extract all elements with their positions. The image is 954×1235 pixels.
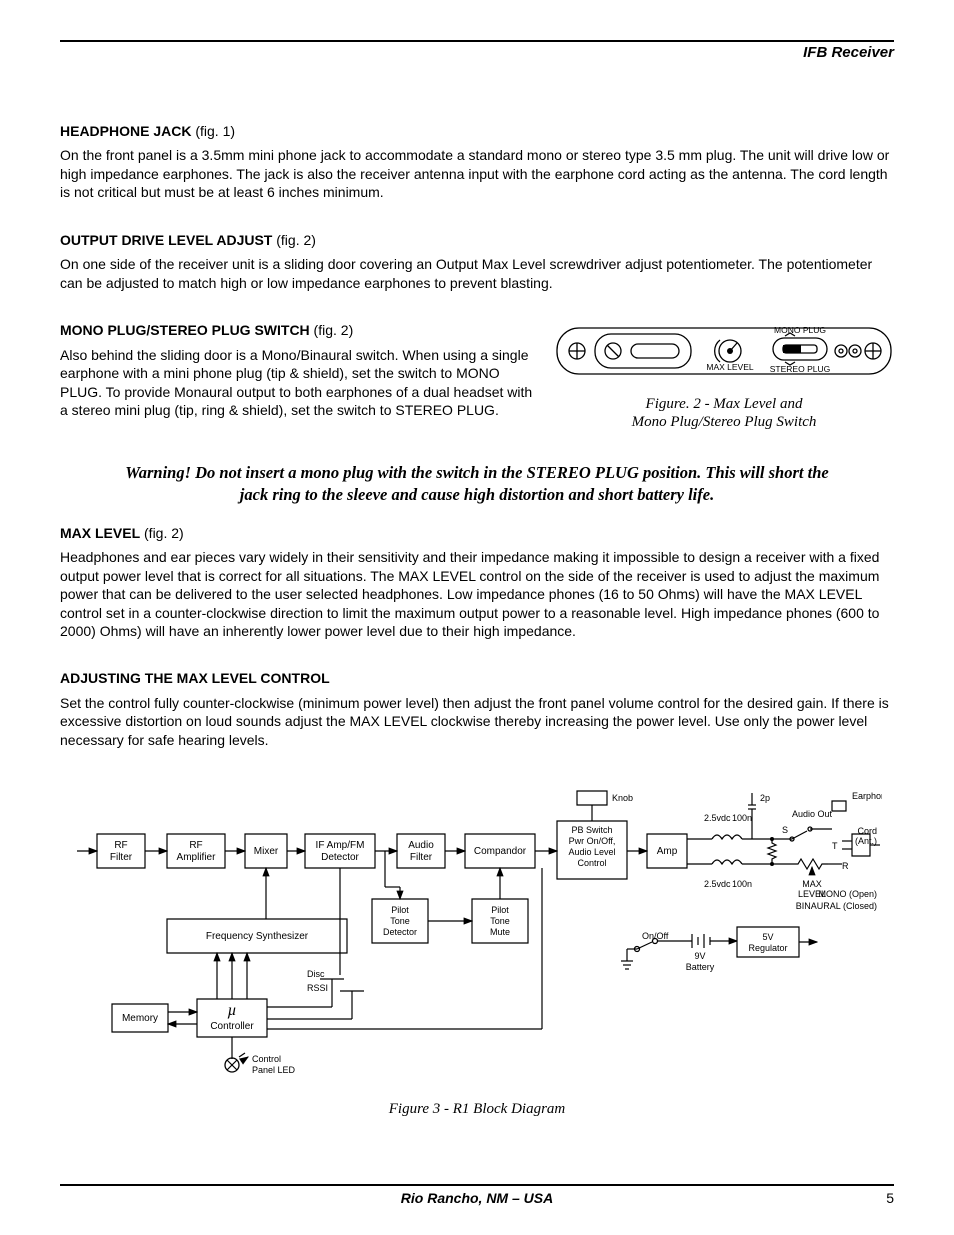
svg-text:Amplifier: Amplifier: [177, 852, 217, 863]
svg-text:Compandor: Compandor: [474, 846, 527, 857]
warning-text: Warning! Do not insert a mono plug with …: [117, 462, 837, 507]
svg-text:Battery: Battery: [686, 962, 715, 972]
svg-text:Pwr On/Off,: Pwr On/Off,: [569, 836, 616, 846]
block-if-detector: IF Amp/FM Detector: [305, 834, 375, 868]
heading: OUTPUT DRIVE LEVEL ADJUST: [60, 232, 272, 248]
svg-text:5V: 5V: [762, 932, 773, 942]
block-rf-amp: RF Amplifier: [167, 834, 225, 868]
section-max-level: MAX LEVEL (fig. 2) Headphones and ear pi…: [60, 525, 894, 641]
label-binaural-closed: BINAURAL (Closed): [796, 901, 877, 911]
label-2-5v-a: 2.5vdc: [704, 813, 731, 823]
svg-text:Panel LED: Panel LED: [252, 1065, 296, 1075]
svg-text:Tone: Tone: [490, 916, 510, 926]
label-r: R: [842, 861, 849, 871]
fig3-caption: Figure 3 - R1 Block Diagram: [60, 1100, 894, 1119]
block-rf-filter: RF Filter: [97, 834, 145, 868]
body-text: On the front panel is a 3.5mm mini phone…: [60, 146, 894, 201]
svg-text:Control: Control: [577, 858, 606, 868]
label-knob: Knob: [612, 793, 633, 803]
heading: MONO PLUG/STEREO PLUG SWITCH: [60, 322, 310, 338]
label-9v: 9V: [694, 951, 705, 961]
doc-header: IFB Receiver: [60, 44, 894, 63]
svg-text:PB Switch: PB Switch: [571, 825, 612, 835]
heading: HEADPHONE JACK: [60, 123, 191, 139]
label-100n-b: 100n: [732, 879, 752, 889]
label-control-panel: Control: [252, 1054, 281, 1064]
page-number: 5: [854, 1190, 894, 1208]
block-mixer: Mixer: [245, 834, 287, 868]
figref: (fig. 1): [191, 123, 235, 139]
svg-text:Mixer: Mixer: [254, 846, 279, 857]
svg-text:Regulator: Regulator: [748, 943, 787, 953]
label-mono-open: MONO (Open): [818, 889, 877, 899]
block-memory: Memory: [112, 1004, 168, 1032]
body-text: Set the control fully counter-clockwise …: [60, 694, 894, 749]
figure-3: RF Filter RF Amplifier Mixer IF Amp/FM D…: [60, 779, 894, 1118]
label-cord: Cord: [857, 826, 877, 836]
label-max-level-pot: MAX: [802, 879, 822, 889]
svg-text:IF Amp/FM: IF Amp/FM: [316, 840, 365, 851]
block-pb-switch: PB Switch Pwr On/Off, Audio Level Contro…: [557, 821, 627, 879]
figref: (fig. 2): [272, 232, 316, 248]
section-adjusting-max: ADJUSTING THE MAX LEVEL CONTROL Set the …: [60, 670, 894, 749]
label-t: T: [832, 841, 838, 851]
block-pilot-detector: Pilot Tone Detector: [372, 899, 428, 943]
block-compandor: Compandor: [465, 834, 535, 868]
label-2p: 2p: [760, 793, 770, 803]
svg-text:Audio: Audio: [408, 840, 434, 851]
figref: (fig. 2): [310, 322, 354, 338]
label-rssi: RSSI: [307, 983, 328, 993]
block-audio-filter: Audio Filter: [397, 834, 445, 868]
svg-text:Pilot: Pilot: [391, 905, 409, 915]
heading: ADJUSTING THE MAX LEVEL CONTROL: [60, 670, 330, 686]
svg-text:Filter: Filter: [410, 852, 433, 863]
block-ucontroller: µ Controller: [197, 999, 267, 1037]
label-max-level: MAX LEVEL: [706, 362, 754, 372]
heading: MAX LEVEL: [60, 525, 140, 541]
label-audio-out: Audio Out: [792, 809, 833, 819]
section-output-drive: OUTPUT DRIVE LEVEL ADJUST (fig. 2) On on…: [60, 232, 894, 292]
svg-text:Detector: Detector: [383, 927, 417, 937]
svg-text:Audio Level: Audio Level: [568, 847, 615, 857]
block-amp: Amp: [647, 834, 687, 868]
body-text: Also behind the sliding door is a Mono/B…: [60, 346, 534, 420]
svg-text:Amp: Amp: [657, 846, 678, 857]
block-freq-synth: Frequency Synthesizer: [167, 919, 347, 953]
fig2-caption-l1: Figure. 2 - Max Level and: [646, 396, 803, 412]
fig2-caption-l2: Mono Plug/Stereo Plug Switch: [632, 414, 817, 430]
label-s: S: [782, 825, 788, 835]
figref: (fig. 2): [140, 525, 184, 541]
svg-text:Pilot: Pilot: [491, 905, 509, 915]
block-5v-regulator: 5V Regulator: [737, 927, 799, 957]
section-mono-stereo: MONO PLUG/STEREO PLUG SWITCH (fig. 2) Al…: [60, 322, 894, 432]
svg-text:µ: µ: [227, 1002, 236, 1019]
svg-text:Memory: Memory: [122, 1013, 158, 1024]
footer-location: Rio Rancho, NM – USA: [100, 1190, 854, 1208]
svg-text:Controller: Controller: [210, 1021, 254, 1032]
label-mono-plug: MONO PLUG: [774, 325, 826, 335]
svg-text:Filter: Filter: [110, 852, 133, 863]
label-stereo-plug: STEREO PLUG: [770, 364, 830, 374]
label-disc: Disc: [307, 969, 325, 979]
svg-text:RF: RF: [114, 840, 127, 851]
figure-2: MAX LEVEL MONO PLUG STEREO PLUG: [554, 322, 894, 432]
knob-box: [577, 791, 607, 805]
svg-text:Frequency Synthesizer: Frequency Synthesizer: [206, 931, 309, 942]
label-earphone: Earphone: [852, 791, 882, 801]
body-text: Headphones and ear pieces vary widely in…: [60, 548, 894, 640]
block-pilot-mute: Pilot Tone Mute: [472, 899, 528, 943]
svg-text:RF: RF: [189, 840, 202, 851]
label-2-5v-b: 2.5vdc: [704, 879, 731, 889]
label-100n-a: 100n: [732, 813, 752, 823]
section-headphone-jack: HEADPHONE JACK (fig. 1) On the front pan…: [60, 123, 894, 202]
svg-text:(Ant.): (Ant.): [855, 836, 877, 846]
svg-text:Detector: Detector: [321, 852, 359, 863]
svg-text:Mute: Mute: [490, 927, 510, 937]
body-text: On one side of the receiver unit is a sl…: [60, 255, 894, 292]
label-onoff: On/Off: [642, 931, 669, 941]
svg-text:Tone: Tone: [390, 916, 410, 926]
